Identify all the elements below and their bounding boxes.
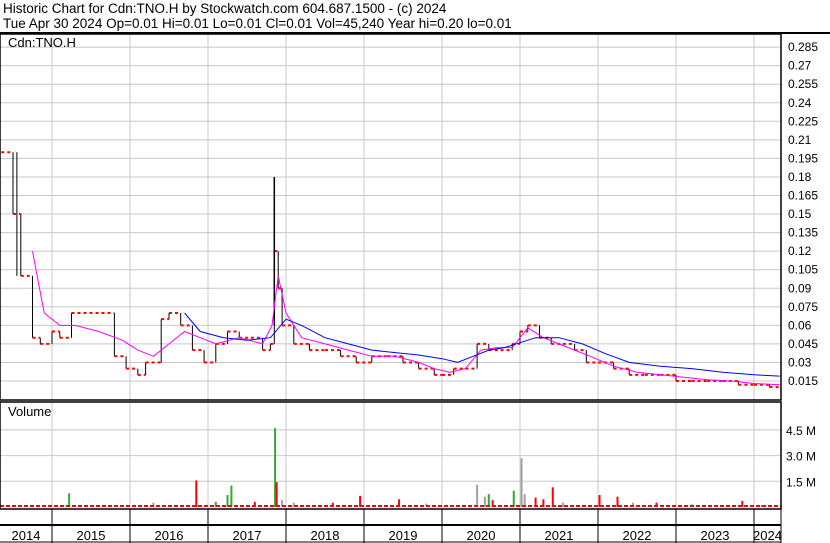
price-tick-label: 0.165 bbox=[788, 189, 818, 203]
price-tick-label: 0.12 bbox=[788, 244, 812, 258]
year-label: 2017 bbox=[233, 528, 262, 543]
stock-chart: 0.285 0.27 0.255 0.24 0.225 0.21 0.195 0.18 0.16… bbox=[0, 32, 830, 543]
price-tick-label: 0.18 bbox=[788, 170, 812, 184]
year-label: 2022 bbox=[623, 528, 652, 543]
price-tick-label: 0.105 bbox=[788, 263, 818, 277]
price-tick-label: 0.135 bbox=[788, 226, 818, 240]
price-panel-title: Cdn:TNO.H bbox=[8, 35, 76, 50]
year-label: 2023 bbox=[701, 528, 730, 543]
volume-bar bbox=[561, 502, 564, 507]
price-tick-label: 0.27 bbox=[788, 59, 812, 73]
price-tick-label: 0.15 bbox=[788, 207, 812, 221]
volume-bar bbox=[520, 458, 523, 507]
volume-bar bbox=[68, 493, 71, 507]
year-label: 2015 bbox=[77, 528, 106, 543]
volume-bar bbox=[512, 490, 515, 507]
price-tick-label: 0.06 bbox=[788, 318, 812, 332]
volume-tick-label: 4.5 M bbox=[786, 424, 816, 438]
price-tick-label: 0.03 bbox=[788, 355, 812, 369]
volume-bar bbox=[195, 480, 198, 507]
price-tick-label: 0.24 bbox=[788, 96, 812, 110]
year-label: 2021 bbox=[545, 528, 574, 543]
price-tick-label: 0.285 bbox=[788, 40, 818, 54]
price-tick-label: 0.225 bbox=[788, 114, 818, 128]
year-label: 2014 bbox=[12, 528, 41, 543]
volume-bar bbox=[275, 482, 278, 507]
price-tick-label: 0.195 bbox=[788, 151, 818, 165]
price-tick-label: 0.015 bbox=[788, 374, 818, 388]
year-label: 2018 bbox=[311, 528, 340, 543]
year-label: 2024 bbox=[753, 528, 782, 543]
volume-tick-label: 3.0 M bbox=[786, 450, 816, 464]
chart-window: Historic Chart for Cdn:TNO.H by Stockwat… bbox=[0, 0, 830, 543]
year-label: 2016 bbox=[155, 528, 184, 543]
volume-panel-title: Volume bbox=[8, 404, 51, 419]
price-tick-label: 0.21 bbox=[788, 133, 812, 147]
year-label: 2020 bbox=[467, 528, 496, 543]
volume-bar bbox=[476, 484, 479, 507]
price-tick-label: 0.045 bbox=[788, 337, 818, 351]
volume-bar bbox=[230, 485, 233, 507]
price-tick-label: 0.255 bbox=[788, 77, 818, 91]
price-panel-border bbox=[0, 33, 782, 401]
price-tick-label: 0.075 bbox=[788, 300, 818, 314]
volume-bar bbox=[551, 487, 554, 507]
price-tick-label: 0.09 bbox=[788, 281, 812, 295]
year-label: 2019 bbox=[389, 528, 418, 543]
volume-tick-label: 1.5 M bbox=[786, 475, 816, 489]
ma-short-line bbox=[32, 251, 780, 386]
volume-bar bbox=[483, 496, 486, 507]
